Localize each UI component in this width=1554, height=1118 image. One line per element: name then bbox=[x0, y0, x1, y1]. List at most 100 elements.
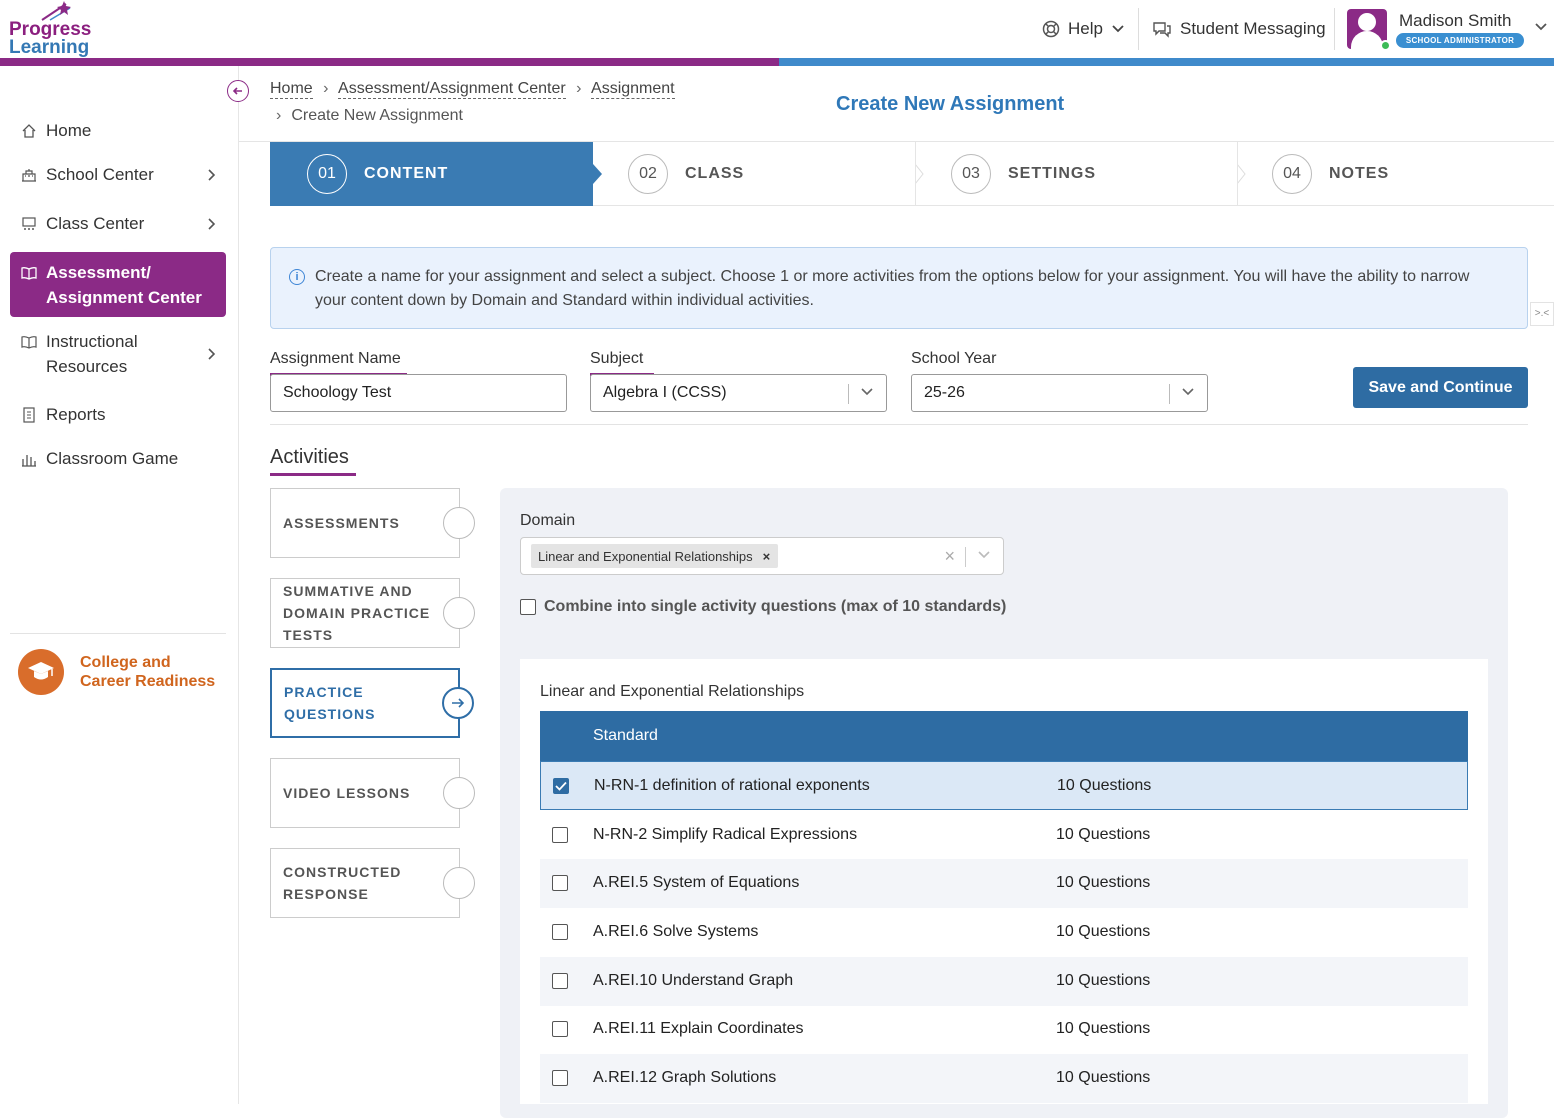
step-label: NOTES bbox=[1329, 165, 1390, 182]
question-count: 10 Questions bbox=[1056, 1020, 1151, 1037]
sidebar-item-label: Classroom Game bbox=[46, 449, 179, 468]
question-count: 10 Questions bbox=[1056, 923, 1151, 940]
domain-multiselect[interactable]: Linear and Exponential Relationships × × bbox=[520, 537, 1004, 575]
sidebar-item-home[interactable]: Home bbox=[10, 118, 226, 144]
info-text-line-2: your content down by Domain and Standard… bbox=[315, 292, 814, 309]
breadcrumb-home[interactable]: Home bbox=[270, 80, 313, 99]
chevron-down-icon bbox=[1182, 388, 1194, 396]
subject-select[interactable]: Algebra I (CCSS) bbox=[590, 374, 887, 412]
table-row[interactable]: A.REI.10 Understand Graph 10 Questions bbox=[540, 957, 1468, 1006]
breadcrumb-assignment[interactable]: Assignment bbox=[591, 80, 675, 99]
standard-name: A.REI.12 Graph Solutions bbox=[593, 1069, 777, 1086]
remove-tag-icon[interactable]: × bbox=[763, 549, 771, 564]
chevron-right-icon bbox=[208, 348, 216, 360]
activity-video-lessons[interactable]: VIDEO LESSONS bbox=[270, 758, 460, 828]
table-row[interactable]: A.REI.5 System of Equations 10 Questions bbox=[540, 859, 1468, 908]
school-year-label: School Year bbox=[911, 350, 997, 367]
breadcrumb-assessment-center[interactable]: Assessment/Assignment Center bbox=[338, 80, 566, 99]
step-number: 02 bbox=[628, 154, 668, 194]
table-row[interactable]: N-RN-2 Simplify Radical Expressions 10 Q… bbox=[540, 811, 1468, 860]
step-number: 03 bbox=[951, 154, 991, 194]
side-expand-tab[interactable]: >.< bbox=[1530, 302, 1554, 326]
step-divider bbox=[915, 142, 916, 206]
activity-summative-tests[interactable]: SUMMATIVE AND DOMAIN PRACTICE TESTS bbox=[270, 578, 460, 648]
sidebar-item-assessment-center[interactable]: Assessment/ Assignment Center bbox=[10, 252, 226, 317]
chevron-right-icon: › bbox=[323, 80, 329, 97]
role-badge: SCHOOL ADMINISTRATOR bbox=[1396, 33, 1524, 48]
divider bbox=[270, 424, 1528, 425]
step-settings[interactable]: 03 SETTINGS bbox=[915, 142, 1237, 206]
page-title: Create New Assignment bbox=[836, 93, 1065, 115]
standard-name: N-RN-2 Simplify Radical Expressions bbox=[593, 826, 858, 843]
step-arrow-icon bbox=[915, 164, 924, 184]
sidebar-item-reports[interactable]: Reports bbox=[10, 402, 226, 428]
sidebar-item-instructional-resources[interactable]: Instructional Resources bbox=[10, 329, 226, 379]
standard-name: A.REI.5 System of Equations bbox=[593, 874, 800, 891]
activity-assessments[interactable]: ASSESSMENTS bbox=[270, 488, 460, 558]
college-career-readiness-link[interactable]: College and Career Readiness bbox=[18, 649, 215, 695]
header-divider bbox=[1334, 8, 1335, 50]
step-class[interactable]: 02 CLASS bbox=[593, 142, 915, 206]
row-checkbox[interactable] bbox=[552, 1070, 568, 1086]
step-arrow-icon bbox=[1237, 164, 1246, 184]
question-count: 10 Questions bbox=[1056, 826, 1151, 843]
row-checkbox[interactable] bbox=[552, 973, 568, 989]
row-checkbox[interactable] bbox=[552, 924, 568, 940]
activity-select-circle[interactable] bbox=[443, 597, 475, 629]
activity-practice-questions[interactable]: PRACTICE QUESTIONS bbox=[270, 668, 460, 738]
table-row[interactable]: N-RN-1 definition of rational exponents … bbox=[540, 761, 1468, 810]
info-text-line-1: Create a name for your assignment and se… bbox=[315, 268, 1470, 285]
chevron-right-icon bbox=[208, 169, 216, 181]
chevron-down-icon[interactable] bbox=[977, 550, 991, 560]
ccr-label: College and Career Readiness bbox=[80, 654, 216, 690]
user-name[interactable]: Madison Smith bbox=[1399, 11, 1511, 31]
breadcrumb-current: › Create New Assignment bbox=[276, 107, 463, 124]
activity-label: PRACTICE QUESTIONS bbox=[284, 684, 376, 722]
arrow-right-circle-icon[interactable] bbox=[442, 687, 474, 719]
activity-select-circle[interactable] bbox=[443, 507, 475, 539]
sidebar-item-label: School Center bbox=[46, 165, 154, 184]
table-row[interactable]: A.REI.12 Graph Solutions 10 Questions bbox=[540, 1054, 1468, 1103]
combine-checkbox[interactable] bbox=[520, 599, 536, 615]
combine-checkbox-row[interactable]: Combine into single activity questions (… bbox=[520, 598, 1006, 616]
class-icon bbox=[20, 215, 38, 233]
clear-icon[interactable]: × bbox=[944, 546, 955, 567]
checkmark-icon bbox=[555, 781, 567, 791]
step-label: SETTINGS bbox=[1008, 165, 1097, 182]
help-menu[interactable]: Help bbox=[1042, 18, 1125, 40]
activity-select-circle[interactable] bbox=[443, 777, 475, 809]
school-icon bbox=[20, 166, 38, 184]
column-header-standard: Standard bbox=[593, 727, 658, 744]
row-checkbox[interactable] bbox=[552, 875, 568, 891]
sidebar-item-class-center[interactable]: Class Center bbox=[10, 211, 226, 237]
standard-name: A.REI.6 Solve Systems bbox=[593, 923, 759, 940]
collapse-sidebar-button[interactable] bbox=[227, 80, 249, 102]
row-checkbox[interactable] bbox=[553, 778, 569, 794]
messaging-label: Student Messaging bbox=[1180, 19, 1326, 38]
row-checkbox[interactable] bbox=[552, 1021, 568, 1037]
table-row[interactable]: A.REI.6 Solve Systems 10 Questions bbox=[540, 908, 1468, 957]
header-accent-bar bbox=[0, 58, 1554, 66]
domain-label: Domain bbox=[520, 512, 576, 529]
breadcrumb: Home › Assessment/Assignment Center › As… bbox=[270, 80, 675, 99]
activity-label: ASSESSMENTS bbox=[283, 515, 400, 531]
assignment-name-input[interactable]: Schoology Test bbox=[270, 374, 567, 412]
activity-label: SUMMATIVE AND DOMAIN PRACTICE TESTS bbox=[283, 583, 431, 643]
step-content[interactable]: 01 CONTENT bbox=[270, 142, 593, 206]
chevron-down-icon[interactable] bbox=[1534, 22, 1548, 32]
game-icon bbox=[20, 450, 38, 468]
activity-constructed-response[interactable]: CONSTRUCTED RESPONSE bbox=[270, 848, 460, 918]
sidebar-item-classroom-game[interactable]: Classroom Game bbox=[10, 446, 226, 472]
student-messaging-link[interactable]: Student Messaging bbox=[1152, 18, 1326, 40]
activity-label: CONSTRUCTED RESPONSE bbox=[283, 864, 402, 902]
row-checkbox[interactable] bbox=[552, 827, 568, 843]
step-notes[interactable]: 04 NOTES bbox=[1237, 142, 1554, 206]
report-icon bbox=[20, 406, 38, 424]
save-and-continue-button[interactable]: Save and Continue bbox=[1353, 367, 1528, 408]
school-year-select[interactable]: 25-26 bbox=[911, 374, 1208, 412]
sidebar-item-school-center[interactable]: School Center bbox=[10, 162, 226, 188]
activity-label: VIDEO LESSONS bbox=[283, 785, 411, 801]
activity-select-circle[interactable] bbox=[443, 867, 475, 899]
progress-learning-logo[interactable]: Progress Learning bbox=[8, 0, 118, 58]
table-row[interactable]: A.REI.11 Explain Coordinates 10 Question… bbox=[540, 1005, 1468, 1054]
